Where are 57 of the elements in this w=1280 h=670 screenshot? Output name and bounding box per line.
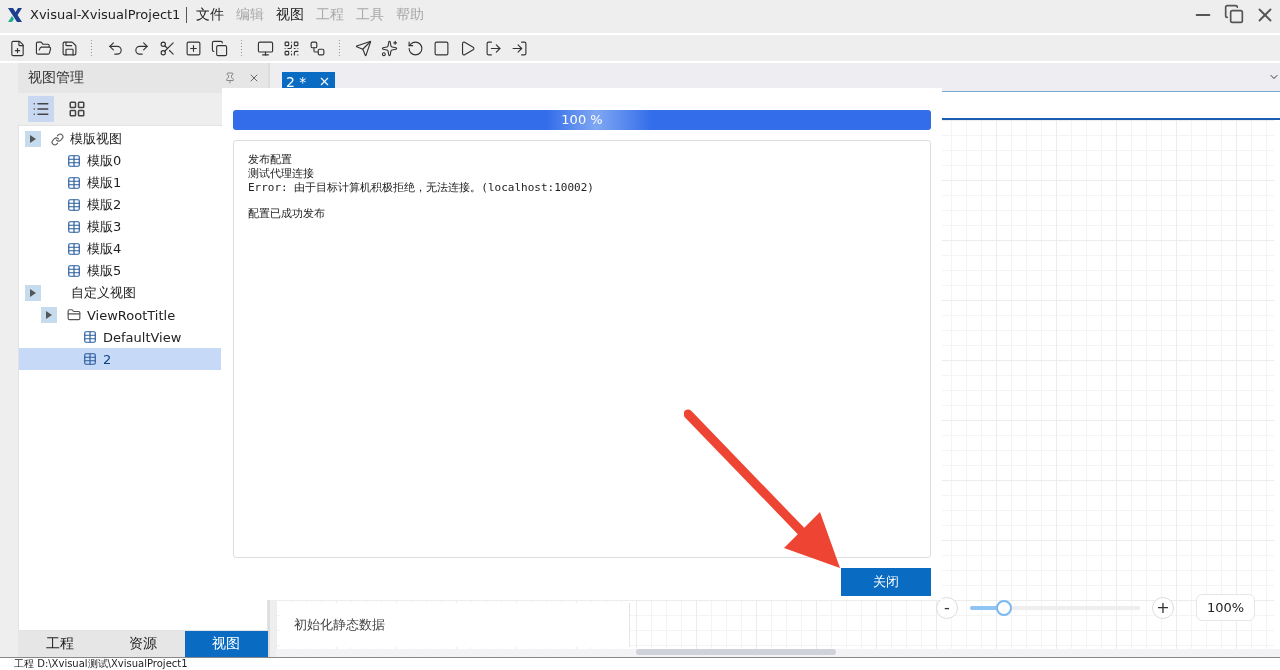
pin-icon[interactable]: [224, 72, 236, 84]
tree-item[interactable]: 模版3: [19, 216, 221, 238]
panel-tab[interactable]: 资源: [101, 631, 185, 657]
app-logo-icon: [6, 6, 24, 24]
tree-item[interactable]: 模版4: [19, 238, 221, 260]
tree-item[interactable]: DefaultView: [19, 326, 221, 348]
table-icon: [67, 176, 81, 190]
panel-label: 初始化静态数据: [294, 616, 385, 634]
zoom-reading: 100%: [1196, 594, 1256, 621]
tree-label: 模版视图: [70, 130, 122, 148]
log-line: 发布配置: [248, 153, 293, 167]
table-icon: [67, 154, 81, 168]
tree-label: 自定义视图: [71, 284, 136, 302]
panel-tab[interactable]: 工程: [18, 631, 102, 657]
menu-item[interactable]: 视图: [273, 6, 308, 24]
horizontal-scrollbar[interactable]: [276, 649, 1280, 657]
tree-label: 模版4: [87, 240, 122, 258]
restore-icon[interactable]: [1224, 4, 1244, 24]
tree-item[interactable]: 模版5: [19, 260, 221, 282]
close-icon[interactable]: [248, 72, 260, 84]
tree-label: 模版1: [87, 174, 122, 192]
panel-title: 视图管理: [28, 69, 85, 87]
tree-item[interactable]: 自定义视图: [19, 282, 221, 304]
tree-item[interactable]: 模版2: [19, 194, 221, 216]
table-icon: [83, 352, 97, 366]
status-text: 工程 D:\Xvisual测试\XvisualProject1: [14, 658, 188, 670]
zoom-slider[interactable]: [970, 599, 1140, 616]
log-line: 测试代理连接: [248, 167, 315, 181]
table-icon: [67, 264, 81, 278]
tree-label: 模版0: [87, 152, 122, 170]
panel-tab[interactable]: 视图: [184, 631, 268, 657]
tree-item[interactable]: 模版0: [19, 150, 221, 172]
expand-toggle-icon[interactable]: [25, 285, 41, 301]
window-title: Xvisual-XvisualProject1: [30, 7, 188, 23]
progress-reading: 100 %: [560, 112, 604, 127]
table-icon: [67, 242, 81, 256]
tree-item[interactable]: 2: [19, 348, 221, 370]
table-icon: [67, 220, 81, 234]
log-line: Error: 由于目标计算机积极拒绝，无法连接。(localhost:10002): [248, 181, 595, 195]
tree-label: 模版5: [87, 262, 122, 280]
tree-label: 模版2: [87, 196, 122, 214]
table-icon: [83, 330, 97, 344]
close-button[interactable]: 关闭: [841, 568, 931, 596]
tree-label: DefaultView: [103, 329, 182, 345]
expand-toggle-icon[interactable]: [41, 307, 57, 323]
link-icon: [51, 132, 64, 146]
menu-item[interactable]: 文件: [193, 6, 228, 24]
table-icon: [67, 198, 81, 212]
tree-label: 模版3: [87, 218, 122, 236]
tree-item[interactable]: 模版视图: [19, 128, 221, 150]
tree-label: 2: [103, 351, 112, 367]
folder-icon: [67, 308, 81, 322]
tree-item[interactable]: 模版1: [19, 172, 221, 194]
log-line: 配置已成功发布: [248, 207, 326, 221]
tree-label: ViewRootTitle: [87, 307, 176, 323]
expand-toggle-icon[interactable]: [25, 131, 41, 147]
tree-item[interactable]: ViewRootTitle: [19, 304, 221, 326]
